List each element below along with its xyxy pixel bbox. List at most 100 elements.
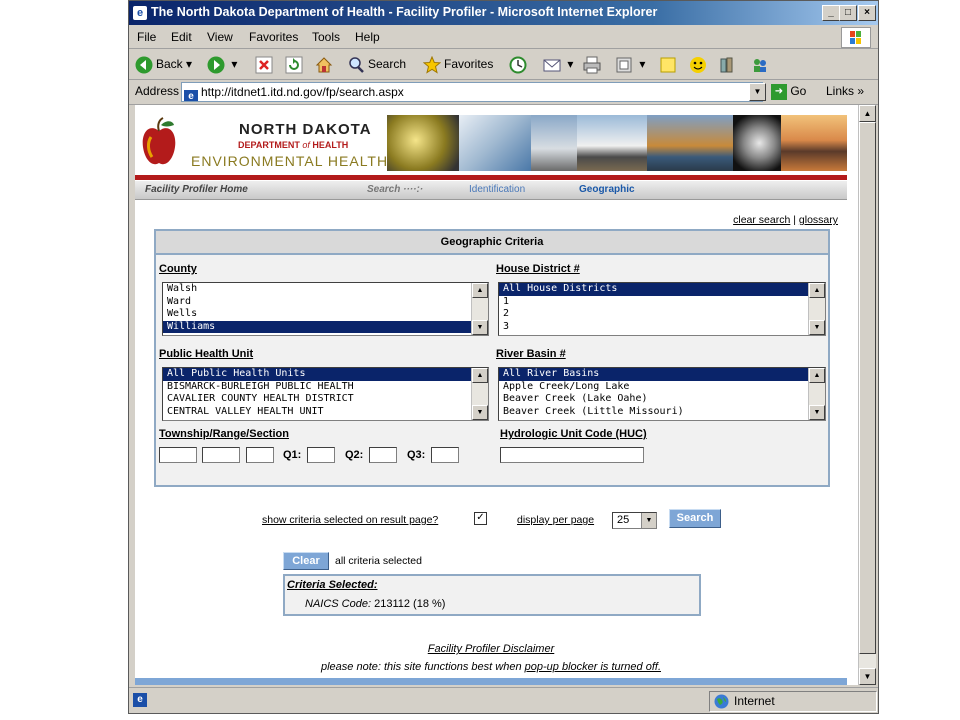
nav-home-link[interactable]: Facility Profiler Home (145, 184, 248, 195)
status-bar: e Internet (129, 687, 878, 713)
clear-search-link[interactable]: clear search (733, 214, 790, 226)
public-health-unit-label: Public Health Unit (159, 348, 254, 360)
river-basin-scrollbar[interactable]: ▲ ▼ (808, 368, 825, 420)
phu-option[interactable]: CAVALIER COUNTY HEALTH DISTRICT (163, 393, 488, 406)
public-health-unit-listbox[interactable]: All Public Health Units BISMARCK-BURLEIG… (162, 367, 489, 421)
huc-input[interactable] (500, 447, 644, 463)
q3-label: Q3: (407, 449, 426, 461)
links-label: Links (826, 84, 855, 98)
home-icon[interactable] (315, 54, 336, 74)
research-icon[interactable] (719, 54, 740, 74)
footer-bar (135, 678, 847, 685)
maximize-button[interactable]: □ (839, 5, 857, 21)
scroll-down-icon[interactable]: ▼ (809, 320, 825, 335)
house-district-option[interactable]: 3 (499, 321, 825, 334)
house-district-listbox[interactable]: All House Districts 1 2 3 ▲ ▼ (498, 282, 826, 336)
scroll-up-icon[interactable]: ▲ (809, 283, 825, 298)
back-button[interactable]: Back ▾ (135, 54, 192, 74)
river-basin-listbox[interactable]: All River Basins Apple Creek/Long Lake B… (498, 367, 826, 421)
scroll-down-icon[interactable]: ▼ (859, 668, 876, 685)
page-icon: e (184, 90, 198, 101)
clear-button[interactable]: Clear (283, 552, 329, 570)
window-title: The North Dakota Department of Health - … (151, 5, 658, 19)
address-input[interactable]: e http://itdnet1.itd.nd.gov/fp/search.asp… (181, 82, 763, 102)
messenger-icon[interactable] (689, 54, 710, 74)
scroll-thumb[interactable] (859, 122, 876, 654)
menu-tools[interactable]: Tools (312, 30, 340, 44)
star-icon (423, 55, 441, 74)
house-district-option[interactable]: 2 (499, 308, 825, 321)
q3-input[interactable] (431, 447, 459, 463)
popup-blocker-link[interactable]: pop-up blocker is turned off. (525, 661, 661, 673)
print-icon[interactable] (583, 54, 604, 74)
banner-department: DEPARTMENT (238, 140, 300, 150)
county-label: County (159, 263, 197, 275)
q1-input[interactable] (307, 447, 335, 463)
address-dropdown-button[interactable]: ▼ (749, 83, 766, 101)
menu-view[interactable]: View (207, 30, 233, 44)
per-page-select[interactable]: 25 ▼ (612, 512, 657, 529)
mail-icon[interactable]: ▾ (543, 54, 573, 74)
river-basin-option-selected[interactable]: All River Basins (499, 368, 825, 381)
nav-search-link[interactable]: Search ····:· (367, 184, 423, 195)
house-district-scrollbar[interactable]: ▲ ▼ (808, 283, 825, 335)
search-submit-button[interactable]: Search (669, 509, 721, 528)
range-input[interactable] (202, 447, 240, 463)
disclaimer-link[interactable]: Facility Profiler Disclaimer (428, 643, 555, 655)
township-input[interactable] (159, 447, 197, 463)
scroll-down-icon[interactable]: ▼ (472, 320, 488, 335)
menu-file[interactable]: File (137, 30, 156, 44)
county-option-selected[interactable]: Williams (163, 320, 488, 333)
nav-geographic-tab[interactable]: Geographic (579, 184, 635, 195)
popup-note: please note: this site functions best wh… (135, 661, 847, 673)
minimize-button[interactable]: _ (822, 5, 840, 21)
menu-edit[interactable]: Edit (171, 30, 192, 44)
house-district-option-selected[interactable]: All House Districts (499, 283, 825, 296)
county-listbox[interactable]: Walsh Ward Wells Williams ▲ ▼ (162, 282, 489, 336)
phu-option[interactable]: CENTRAL VALLEY HEALTH UNIT (163, 406, 488, 419)
section-input[interactable] (246, 447, 274, 463)
scroll-down-icon[interactable]: ▼ (809, 405, 825, 420)
page-scrollbar[interactable]: ▲ ▼ (858, 105, 876, 685)
q2-input[interactable] (369, 447, 397, 463)
county-scrollbar[interactable]: ▲ ▼ (471, 283, 488, 335)
naics-label: NAICS Code: (305, 598, 372, 610)
stop-icon[interactable] (255, 54, 276, 74)
phu-scrollbar[interactable]: ▲ ▼ (471, 368, 488, 420)
scroll-up-icon[interactable]: ▲ (809, 368, 825, 383)
scientist-photo (459, 115, 531, 171)
all-criteria-selected-text: all criteria selected (335, 555, 422, 567)
show-criteria-checkbox[interactable]: ✓ (474, 512, 487, 525)
go-button[interactable]: ➜ Go (771, 82, 806, 100)
scroll-up-icon[interactable]: ▲ (472, 283, 488, 298)
county-option[interactable]: Ward (163, 296, 488, 309)
county-option[interactable]: Wells (163, 308, 488, 321)
river-basin-option[interactable]: Apple Creek/Long Lake (499, 381, 825, 394)
nav-identification-tab[interactable]: Identification (469, 184, 525, 195)
scroll-down-icon[interactable]: ▼ (472, 405, 488, 420)
refresh-icon[interactable] (285, 54, 306, 74)
edit-icon[interactable]: ▾ (615, 54, 645, 74)
note-icon[interactable] (659, 54, 680, 74)
house-district-option[interactable]: 1 (499, 296, 825, 309)
river-basin-option[interactable]: Beaver Creek (Lake Oahe) (499, 393, 825, 406)
county-option[interactable]: Walsh (163, 283, 488, 296)
favorites-button[interactable]: Favorites (423, 54, 493, 74)
people-icon[interactable] (751, 54, 772, 74)
close-button[interactable]: × (858, 5, 876, 21)
phu-option-selected[interactable]: All Public Health Units (163, 368, 488, 381)
sunset-photo (781, 115, 847, 171)
search-button[interactable]: Search (347, 54, 406, 74)
history-icon[interactable] (509, 54, 530, 74)
glossary-link[interactable]: glossary (799, 214, 838, 226)
scroll-up-icon[interactable]: ▲ (472, 368, 488, 383)
menu-help[interactable]: Help (355, 30, 380, 44)
links-button[interactable]: Links » (826, 84, 864, 98)
menu-favorites[interactable]: Favorites (249, 30, 298, 44)
scroll-up-icon[interactable]: ▲ (859, 105, 876, 122)
windows-logo-icon (841, 27, 871, 48)
forward-button[interactable]: ▾ (207, 54, 237, 74)
river-basin-option[interactable]: Beaver Creek (Little Missouri) (499, 406, 825, 419)
phu-option[interactable]: BISMARCK-BURLEIGH PUBLIC HEALTH (163, 381, 488, 394)
chevron-down-icon[interactable]: ▼ (641, 513, 656, 528)
